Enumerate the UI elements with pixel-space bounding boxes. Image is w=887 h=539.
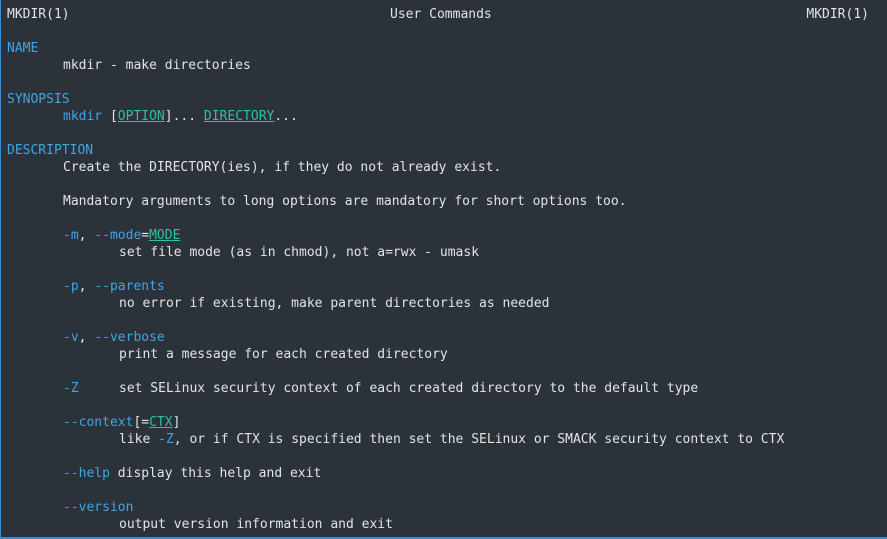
description-line-2: Mandatory arguments to long options are … xyxy=(63,194,627,209)
option-mode-long: --mode xyxy=(94,228,142,243)
synopsis-command: mkdir xyxy=(63,109,103,124)
description-line-1: Create the DIRECTORY(ies), if they do no… xyxy=(63,160,502,175)
option-context-arg[interactable]: CTX xyxy=(149,415,172,430)
option-help-long: --help xyxy=(63,466,110,481)
section-name-heading: NAME xyxy=(7,41,39,56)
option-mode-arg[interactable]: MODE xyxy=(149,228,180,243)
option-version-long: --version xyxy=(63,500,134,515)
man-header-left: MKDIR(1) xyxy=(7,7,70,22)
option-parents-desc: no error if existing, make parent direct… xyxy=(119,296,550,311)
synopsis-tail: ... xyxy=(274,109,298,124)
synopsis-directory-arg[interactable]: DIRECTORY xyxy=(204,109,274,124)
option-verbose-long: --verbose xyxy=(94,330,165,345)
option-mode-desc: set file mode (as in chmod), not a=rwx -… xyxy=(119,245,480,260)
option-context-bracket-close: ] xyxy=(172,415,181,430)
synopsis-bracket-mid: ]... xyxy=(164,109,204,124)
option-context-long: --context xyxy=(63,415,134,430)
name-text: mkdir - make directories xyxy=(63,58,251,73)
option-context-desc-opt: -Z xyxy=(158,432,174,447)
option-verbose-sep: , xyxy=(78,330,95,345)
option-context: --context[=CTX] xyxy=(63,414,180,431)
option-mode-eq: = xyxy=(141,228,150,243)
option-z-desc: set SELinux security context of each cre… xyxy=(119,381,699,396)
man-header-center: User Commands xyxy=(390,7,492,22)
option-help: --help display this help and exit xyxy=(63,465,321,482)
option-z-short: -Z xyxy=(63,381,79,396)
option-parents-short: -p xyxy=(63,279,79,294)
option-verbose-short: -v xyxy=(63,330,79,345)
option-mode-sep: , xyxy=(78,228,95,243)
option-verbose: -v, --verbose xyxy=(63,329,165,346)
man-header-right: MKDIR(1) xyxy=(806,7,869,22)
option-context-desc-post: , or if CTX is specified then set the SE… xyxy=(173,432,785,447)
option-version-desc: output version information and exit xyxy=(119,517,393,532)
option-context-desc-pre: like xyxy=(119,432,159,447)
option-parents-sep: , xyxy=(78,279,95,294)
option-parents-long: --parents xyxy=(94,279,165,294)
option-help-desc: display this help and exit xyxy=(109,466,322,481)
section-description-heading: DESCRIPTION xyxy=(7,143,94,158)
option-mode-short: -m xyxy=(63,228,79,243)
synopsis-option-arg[interactable]: OPTION xyxy=(118,109,165,124)
synopsis-line: mkdir [OPTION]... DIRECTORY... xyxy=(63,108,298,125)
terminal-window[interactable]: MKDIR(1) User Commands MKDIR(1) NAME mkd… xyxy=(0,0,887,539)
option-verbose-desc: print a message for each created directo… xyxy=(119,347,448,362)
option-context-bracket-open: [= xyxy=(133,415,150,430)
section-synopsis-heading: SYNOPSIS xyxy=(7,92,70,107)
option-context-desc: like -Z, or if CTX is specified then set… xyxy=(119,431,784,448)
option-parents: -p, --parents xyxy=(63,278,165,295)
synopsis-bracket-open: [ xyxy=(102,109,118,124)
option-mode: -m, --mode=MODE xyxy=(63,227,180,244)
